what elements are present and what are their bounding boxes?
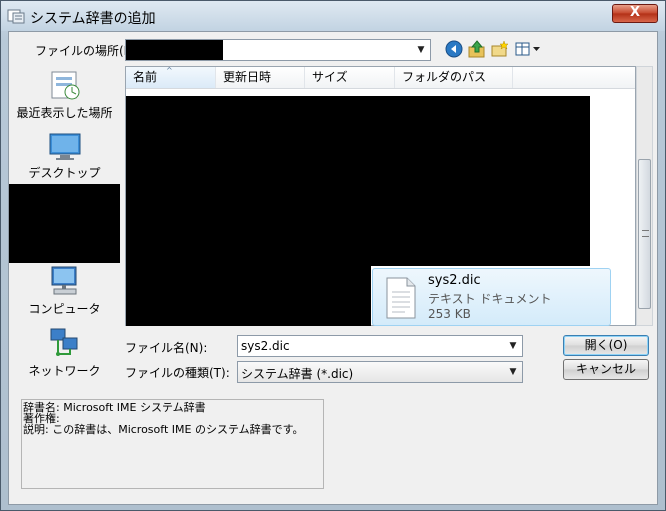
place-label: 最近表示した場所 — [16, 106, 113, 120]
redacted-place — [9, 184, 120, 263]
sort-up-icon: ^ — [166, 66, 173, 75]
place-desktop[interactable]: デスクトップ — [9, 132, 120, 181]
close-button[interactable]: X — [612, 4, 658, 23]
file-type: テキスト ドキュメント — [428, 292, 552, 306]
filename-combo[interactable]: sys2.dic ▼ — [237, 335, 523, 357]
view-menu-icon[interactable] — [515, 40, 543, 58]
dictionary-info-panel: 辞書名: Microsoft IME システム辞書 著作権: 説明: この辞書は… — [21, 399, 324, 489]
column-size[interactable]: サイズ — [305, 67, 395, 88]
place-label: コンピュータ — [28, 302, 101, 316]
column-folder-path[interactable]: フォルダのパス — [395, 67, 513, 88]
filetype-select[interactable]: システム辞書 (*.dic) ▼ — [237, 361, 523, 383]
new-folder-icon[interactable] — [491, 40, 509, 58]
grip-icon — [642, 230, 649, 237]
column-name-label: 名前 — [133, 70, 158, 84]
filename-label: ファイル名(N): — [125, 341, 208, 355]
open-button[interactable]: 開く(O) — [563, 335, 649, 356]
places-bar: 最近表示した場所 デスクトップ コンピュータ ネットワーク — [9, 68, 120, 378]
text-document-icon — [386, 277, 416, 319]
redacted-files — [371, 96, 590, 266]
dictionary-icon — [7, 9, 25, 24]
place-recent[interactable]: 最近表示した場所 — [9, 68, 120, 121]
filename-input[interactable]: sys2.dic — [241, 339, 290, 353]
file-item-selected[interactable]: sys2.dic テキスト ドキュメント 253 KB — [372, 268, 611, 326]
dictionary-name-line: 辞書名: Microsoft IME システム辞書 — [23, 401, 206, 414]
place-label: ネットワーク — [28, 364, 101, 378]
desktop-icon — [49, 133, 80, 160]
filetype-label: ファイルの種類(T): — [125, 366, 230, 380]
location-label: ファイルの場所(I): — [35, 44, 136, 58]
dictionary-description-line: 説明: この辞書は、Microsoft IME のシステム辞書です。 — [23, 423, 304, 436]
scrollbar-thumb[interactable] — [638, 159, 651, 309]
file-size: 253 KB — [428, 307, 471, 321]
filetype-value: システム辞書 (*.dic) — [241, 367, 354, 381]
up-folder-icon[interactable] — [468, 40, 486, 58]
column-folder-path-label: フォルダのパス — [402, 70, 487, 84]
column-modified[interactable]: 更新日時 — [216, 67, 305, 88]
redacted-location — [126, 40, 223, 60]
recent-places-icon — [51, 71, 79, 100]
column-size-label: サイズ — [312, 70, 348, 84]
redacted-files — [126, 96, 371, 326]
title-bar[interactable]: システム辞書の追加 X — [1, 1, 665, 31]
window-title: システム辞書の追加 — [30, 11, 156, 27]
chevron-down-icon[interactable]: ▼ — [507, 365, 519, 379]
place-network[interactable]: ネットワーク — [9, 326, 120, 379]
file-list-scrollbar[interactable] — [636, 66, 653, 326]
chevron-down-icon[interactable]: ▼ — [415, 43, 427, 57]
dialog-window: システム辞書の追加 X ファイルの場所(I): ▼ 最近表示した場所 デスクトッ… — [0, 0, 666, 511]
network-icon — [50, 328, 77, 356]
file-list[interactable]: 名前 ^ 更新日時 サイズ フォルダのパス sys2.dic テキスト ドキュメ… — [125, 66, 636, 326]
computer-icon — [51, 266, 76, 295]
place-computer[interactable]: コンピュータ — [9, 264, 120, 317]
column-header: 名前 ^ 更新日時 サイズ フォルダのパス — [126, 66, 635, 89]
place-label: デスクトップ — [28, 166, 101, 180]
cancel-button[interactable]: キャンセル — [563, 359, 649, 380]
chevron-down-icon[interactable]: ▼ — [507, 339, 519, 353]
back-icon[interactable] — [445, 40, 463, 58]
column-name[interactable]: 名前 ^ — [126, 66, 216, 88]
dialog-client: ファイルの場所(I): ▼ 最近表示した場所 デスクトップ コンピュータ ネット… — [8, 31, 658, 505]
column-modified-label: 更新日時 — [223, 70, 272, 84]
file-name: sys2.dic — [428, 273, 481, 288]
